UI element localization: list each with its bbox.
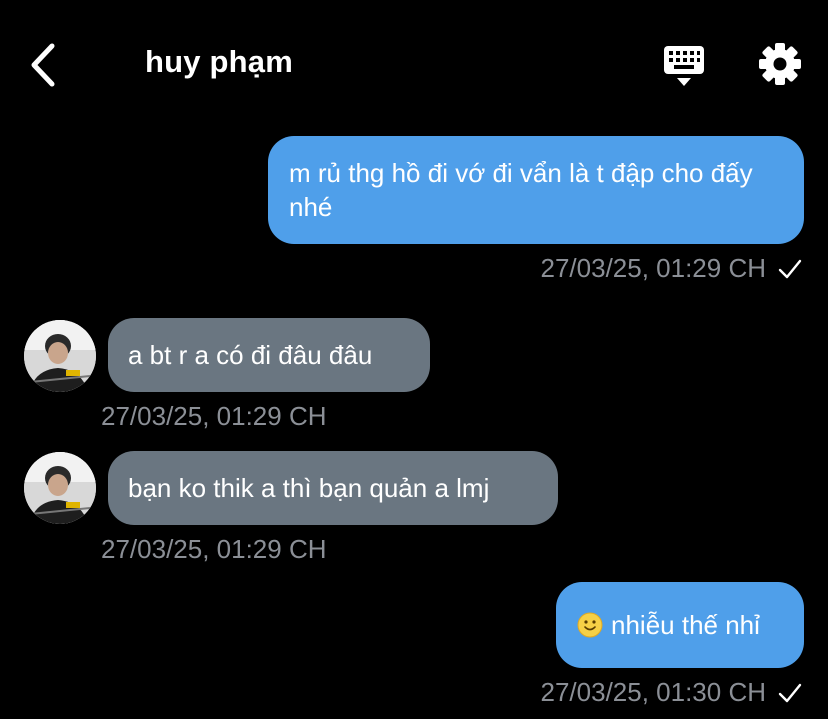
message-meta: 27/03/25, 01:29 CH xyxy=(101,401,327,432)
message-bubble-outgoing[interactable]: m rủ thg hồ đi vớ đi vẩn là t đập cho đấ… xyxy=(268,136,804,244)
check-icon xyxy=(778,259,802,278)
check-icon xyxy=(778,683,802,702)
message-bubble-outgoing[interactable]: nhiễu thế nhỉ xyxy=(556,582,804,668)
settings-button[interactable] xyxy=(756,40,804,88)
message-text: bạn ko thik a thì bạn quản a lmj xyxy=(128,473,490,503)
chat-header: huy phạm xyxy=(0,0,828,128)
avatar-photo xyxy=(24,320,96,392)
message-meta: 27/03/25, 01:29 CH xyxy=(541,253,803,284)
message-timestamp: 27/03/25, 01:29 CH xyxy=(540,253,767,283)
avatar-photo xyxy=(24,452,96,524)
message-meta: 27/03/25, 01:29 CH xyxy=(101,534,327,565)
avatar[interactable] xyxy=(24,452,96,524)
gear-icon xyxy=(759,43,801,85)
message-text: nhiễu thế nhỉ xyxy=(611,610,760,640)
slightly-smiling-face-icon xyxy=(577,612,603,638)
avatar[interactable] xyxy=(24,320,96,392)
keyboard-button[interactable] xyxy=(660,42,708,90)
message-timestamp: 27/03/25, 01:30 CH xyxy=(540,677,767,707)
message-text: a bt r a có đi đâu đâu xyxy=(128,340,373,370)
chevron-left-icon xyxy=(31,43,55,87)
back-button[interactable] xyxy=(22,40,66,90)
message-bubble-incoming[interactable]: bạn ko thik a thì bạn quản a lmj xyxy=(108,451,558,525)
message-text: m rủ thg hồ đi vớ đi vẩn là t đập cho đấ… xyxy=(289,158,753,222)
message-timestamp: 27/03/25, 01:29 CH xyxy=(101,534,327,564)
message-timestamp: 27/03/25, 01:29 CH xyxy=(101,401,327,431)
contact-name[interactable]: huy phạm xyxy=(145,44,293,80)
message-meta: 27/03/25, 01:30 CH xyxy=(541,677,803,708)
message-bubble-incoming[interactable]: a bt r a có đi đâu đâu xyxy=(108,318,430,392)
keyboard-icon xyxy=(664,46,704,86)
